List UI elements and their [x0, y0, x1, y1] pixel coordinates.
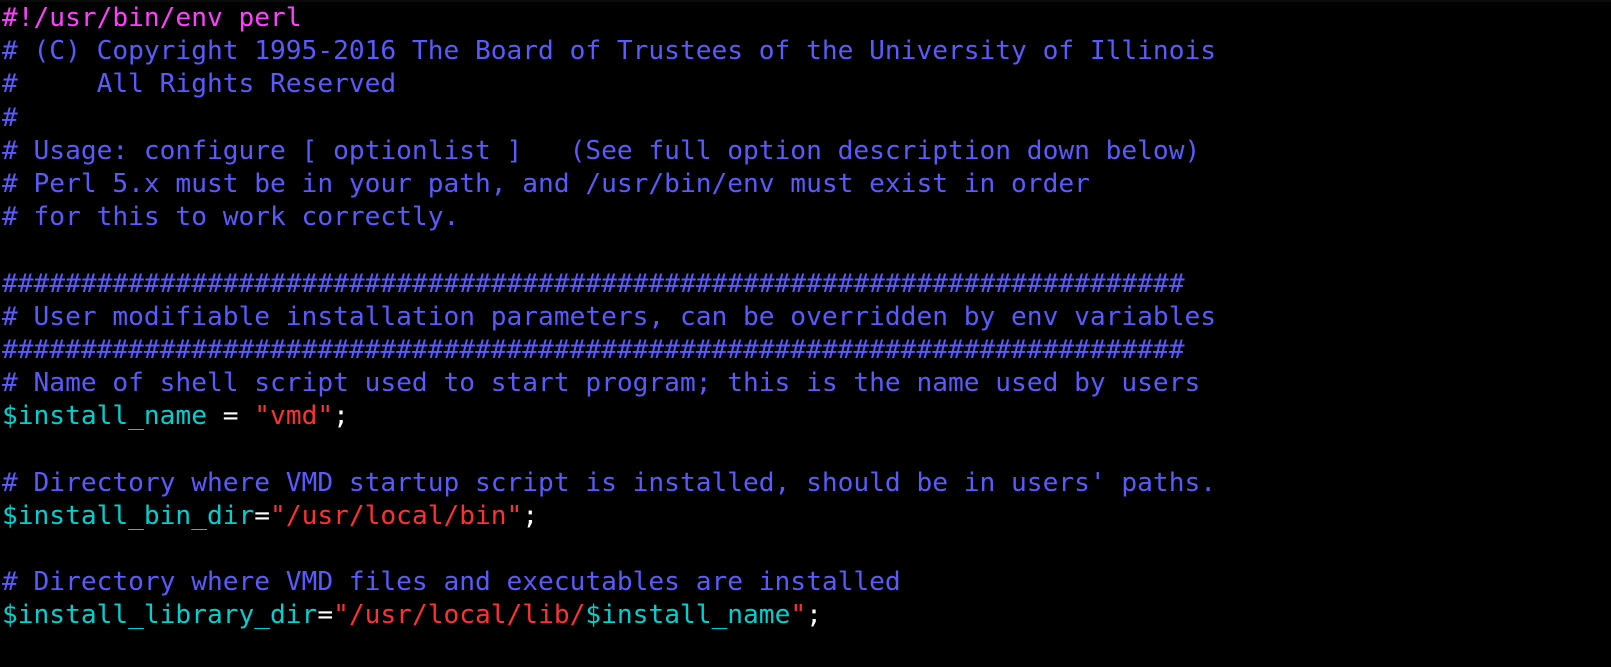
- comment-text: # Usage: configure [ optionlist ] (See f…: [2, 135, 1201, 166]
- comment-text: # Name of shell script used to start pro…: [2, 368, 1201, 399]
- code-view[interactable]: #!/usr/bin/env perl # (C) Copyright 1995-…: [2, 2, 1611, 633]
- perl-variable: $install_bin_dir: [2, 500, 255, 531]
- code-line[interactable]: # Usage: configure [ optionlist ] (See f…: [2, 135, 1611, 168]
- string-literal: "vmd": [254, 401, 334, 432]
- shebang-text: #!/usr/bin/env perl: [2, 3, 302, 33]
- code-line[interactable]: # All Rights Reserved: [2, 68, 1611, 101]
- comment-text: ########################################…: [2, 268, 1185, 299]
- perl-variable: $install_name: [585, 600, 791, 631]
- comment-text: # All Rights Reserved: [2, 69, 397, 100]
- comment-text: # Perl 5.x must be in your path, and /us…: [2, 168, 1090, 199]
- comment-text: # User modifiable installation parameter…: [2, 301, 1216, 332]
- code-line[interactable]: #!/usr/bin/env perl: [2, 2, 1611, 35]
- code-line[interactable]: $install_bin_dir="/usr/local/bin";: [2, 500, 1611, 533]
- string-literal: ": [790, 600, 807, 631]
- code-line[interactable]: $install_name = "vmd";: [2, 400, 1611, 433]
- code-line[interactable]: ########################################…: [2, 334, 1611, 367]
- terminal-editor[interactable]: #!/usr/bin/env perl # (C) Copyright 1995-…: [0, 0, 1611, 667]
- comment-text: ########################################…: [2, 334, 1185, 365]
- comment-text: # for this to work correctly.: [2, 202, 460, 233]
- comment-text: # Directory where VMD files and executab…: [2, 567, 901, 598]
- comment-text: # Directory where VMD startup script is …: [2, 467, 1216, 498]
- code-line[interactable]: $install_library_dir="/usr/local/lib/$in…: [2, 599, 1611, 632]
- string-literal: "/usr/local/lib/: [333, 600, 586, 631]
- code-line[interactable]: [2, 234, 1611, 267]
- code-line[interactable]: [2, 533, 1611, 566]
- code-line[interactable]: # (C) Copyright 1995-2016 The Board of T…: [2, 35, 1611, 68]
- comment-text: #: [2, 102, 18, 133]
- assignment-operator: =: [254, 500, 271, 531]
- perl-variable: $install_name: [2, 401, 207, 432]
- window-top-edge: [0, 0, 1611, 2]
- code-line[interactable]: # Name of shell script used to start pro…: [2, 367, 1611, 400]
- code-line[interactable]: # Directory where VMD startup script is …: [2, 467, 1611, 500]
- statement-terminator: ;: [522, 500, 539, 531]
- code-line[interactable]: # Directory where VMD files and executab…: [2, 566, 1611, 599]
- comment-text: # (C) Copyright 1995-2016 The Board of T…: [2, 36, 1216, 67]
- assignment-operator: =: [206, 401, 255, 432]
- string-literal: "/usr/local/bin": [270, 500, 523, 531]
- statement-terminator: ;: [806, 600, 822, 631]
- code-line[interactable]: # Perl 5.x must be in your path, and /us…: [2, 168, 1611, 201]
- assignment-operator: =: [317, 600, 334, 631]
- code-line[interactable]: [2, 433, 1611, 466]
- code-line[interactable]: # for this to work correctly.: [2, 201, 1611, 234]
- code-line[interactable]: # User modifiable installation parameter…: [2, 301, 1611, 334]
- statement-terminator: ;: [333, 401, 349, 432]
- code-line[interactable]: ########################################…: [2, 268, 1611, 301]
- code-line[interactable]: #: [2, 102, 1611, 135]
- perl-variable: $install_library_dir: [2, 600, 318, 631]
